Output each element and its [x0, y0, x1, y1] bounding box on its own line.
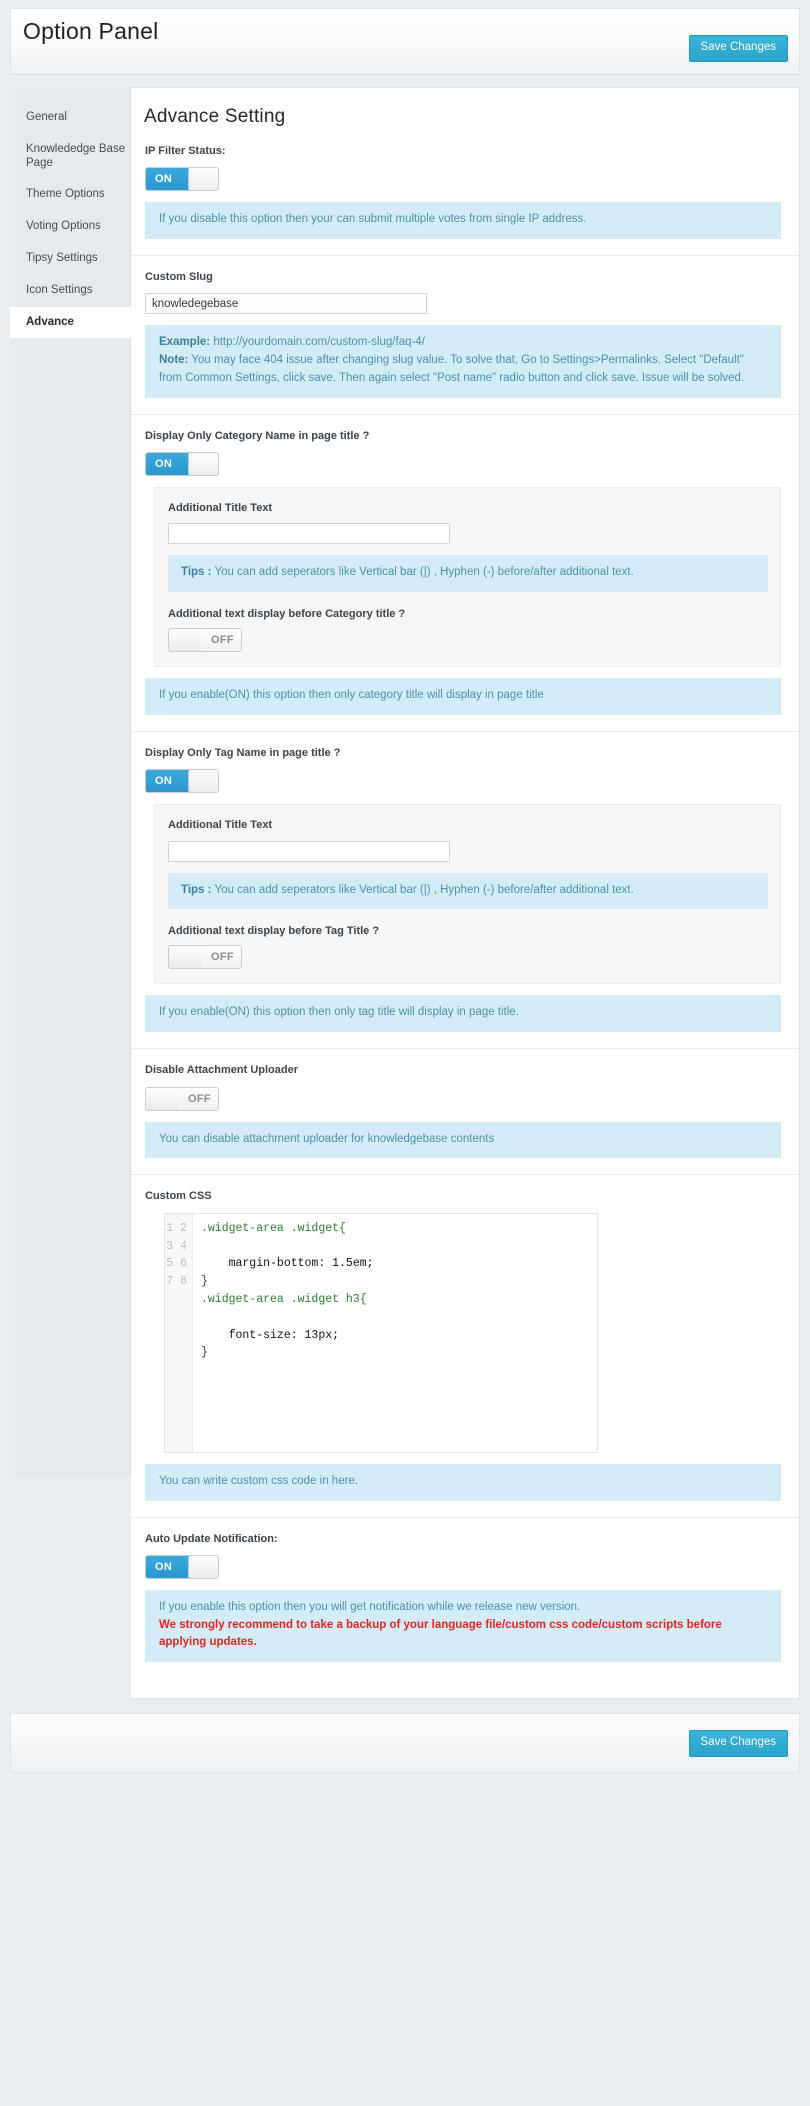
- category-before-label: Additional text display before Category …: [168, 608, 406, 621]
- custom-css-editor[interactable]: 1 2 3 4 5 6 7 8 .widget-area .widget{ ma…: [164, 1212, 598, 1453]
- tag-tips: Tips : You can add seperators like Verti…: [168, 872, 768, 910]
- toggle-knob: [188, 453, 218, 476]
- tag-title-label: Display Only Tag Name in page title ?: [145, 747, 341, 760]
- code-line-3: margin-bottom: 1.5em;: [201, 1257, 374, 1271]
- toggle-knob: [188, 1555, 218, 1578]
- save-changes-button-bottom[interactable]: Save Changes: [688, 1730, 788, 1757]
- tag-before-toggle[interactable]: OFF: [168, 945, 242, 970]
- category-before-toggle-state: OFF: [201, 629, 241, 652]
- page-title: Option Panel: [23, 18, 159, 44]
- bottom-spacer: [10, 1773, 800, 1795]
- sidebar-item-general[interactable]: General: [10, 102, 130, 134]
- category-title-toggle-state: ON: [146, 453, 189, 476]
- category-title-subpanel: Additional Title Text Tips : You can add…: [154, 487, 781, 668]
- code-line-8: }: [201, 1346, 208, 1360]
- toggle-knob: [188, 168, 218, 191]
- category-additional-title-label: Additional Title Text: [168, 502, 273, 515]
- tips-text: You can add seperators like Vertical bar…: [211, 566, 634, 579]
- toggle-knob: [169, 946, 202, 969]
- tag-title-toggle-state: ON: [146, 770, 189, 793]
- sidebar-item-voting-options[interactable]: Voting Options: [10, 211, 130, 243]
- section-ip-filter: IP Filter Status: ON If you disable this…: [131, 138, 799, 255]
- section-tag-title: Display Only Tag Name in page title ? ON…: [131, 731, 799, 1048]
- ip-filter-toggle[interactable]: ON: [145, 167, 219, 192]
- settings-content: Advance Setting IP Filter Status: ON If …: [131, 87, 800, 1700]
- sidebar-item-knowledge-base-page[interactable]: Knowlededge Base Page: [10, 134, 130, 180]
- auto-update-toggle-state: ON: [146, 1555, 189, 1578]
- tips-label: Tips :: [181, 566, 212, 579]
- toggle-knob: [188, 770, 218, 793]
- note-label: Note:: [159, 354, 189, 367]
- tag-before-toggle-state: OFF: [201, 946, 241, 969]
- example-label: Example:: [159, 336, 211, 349]
- category-before-toggle[interactable]: OFF: [168, 628, 242, 653]
- attachment-info: You can disable attachment uploader for …: [145, 1121, 781, 1159]
- page-footer: Save Changes: [10, 1713, 800, 1774]
- page-header: Option Panel Save Changes: [10, 8, 800, 75]
- custom-css-label: Custom CSS: [145, 1190, 212, 1203]
- tag-title-toggle[interactable]: ON: [145, 769, 219, 794]
- sidebar-item-tipsy-settings[interactable]: Tipsy Settings: [10, 243, 130, 275]
- tag-additional-title-label: Additional Title Text: [168, 819, 273, 832]
- ip-filter-label: IP Filter Status:: [145, 145, 226, 157]
- auto-update-label: Auto Update Notification:: [145, 1532, 278, 1545]
- sidebar-item-advance[interactable]: Advance: [10, 306, 131, 339]
- code-line-1: .widget-area .widget{: [201, 1221, 346, 1235]
- tag-title-subpanel: Additional Title Text Tips : You can add…: [154, 804, 781, 985]
- auto-update-info: If you enable this option then you will …: [145, 1589, 781, 1663]
- ip-filter-toggle-state: ON: [146, 168, 189, 191]
- code-line-7: font-size: 13px;: [201, 1328, 340, 1342]
- note-text: You may face 404 issue after changing sl…: [159, 354, 745, 385]
- category-tips: Tips : You can add seperators like Verti…: [168, 555, 768, 593]
- auto-update-warning: We strongly recommend to take a backup o…: [159, 1618, 722, 1649]
- auto-update-toggle[interactable]: ON: [145, 1554, 219, 1579]
- toggle-knob: [146, 1087, 179, 1110]
- tag-title-info: If you enable(ON) this option then only …: [145, 995, 781, 1033]
- editor-code-area[interactable]: .widget-area .widget{ margin-bottom: 1.5…: [193, 1214, 597, 1452]
- section-custom-css: Custom CSS 1 2 3 4 5 6 7 8 .widget-area …: [131, 1174, 799, 1516]
- ip-filter-info: If you disable this option then your can…: [145, 202, 781, 240]
- category-additional-title-input[interactable]: [168, 523, 450, 545]
- editor-line-numbers: 1 2 3 4 5 6 7 8: [165, 1213, 193, 1452]
- sidebar-item-theme-options[interactable]: Theme Options: [10, 179, 130, 211]
- section-custom-slug: Custom Slug Example: http://yourdomain.c…: [131, 255, 799, 414]
- category-title-label: Display Only Category Name in page title…: [145, 429, 370, 442]
- category-title-info: If you enable(ON) this option then only …: [145, 678, 781, 716]
- section-auto-update: Auto Update Notification: ON If you enab…: [131, 1516, 799, 1679]
- custom-css-info: You can write custom css code in here.: [145, 1463, 781, 1501]
- panel-body: General Knowlededge Base Page Theme Opti…: [10, 87, 800, 1700]
- attachment-toggle[interactable]: OFF: [145, 1086, 219, 1111]
- section-attachment-uploader: Disable Attachment Uploader OFF You can …: [131, 1048, 799, 1174]
- sidebar-item-icon-settings[interactable]: Icon Settings: [10, 275, 130, 307]
- attachment-toggle-state: OFF: [178, 1087, 218, 1110]
- tips-label: Tips :: [181, 883, 212, 896]
- tips-text: You can add seperators like Vertical bar…: [211, 883, 634, 896]
- code-line-5: .widget-area .widget h3{: [201, 1292, 367, 1306]
- sidebar-nav: General Knowlededge Base Page Theme Opti…: [10, 87, 131, 1477]
- save-changes-button-top[interactable]: Save Changes: [688, 35, 788, 62]
- tag-additional-title-input[interactable]: [168, 840, 450, 862]
- example-url: http://yourdomain.com/custom-slug/faq-4/: [210, 336, 425, 349]
- tag-before-label: Additional text display before Tag Title…: [168, 925, 380, 938]
- content-heading: Advance Setting: [144, 106, 286, 127]
- toggle-knob: [169, 629, 202, 652]
- category-title-toggle[interactable]: ON: [145, 452, 219, 477]
- custom-slug-input[interactable]: [145, 293, 427, 315]
- section-category-title: Display Only Category Name in page title…: [131, 413, 799, 731]
- option-panel-page: Option Panel Save Changes General Knowle…: [0, 0, 810, 2106]
- attachment-label: Disable Attachment Uploader: [145, 1064, 299, 1077]
- custom-slug-note: Example: http://yourdomain.com/custom-sl…: [145, 325, 781, 398]
- auto-update-info-text: If you enable this option then you will …: [159, 1600, 581, 1613]
- code-line-4: }: [201, 1275, 208, 1289]
- custom-slug-label: Custom Slug: [145, 271, 213, 284]
